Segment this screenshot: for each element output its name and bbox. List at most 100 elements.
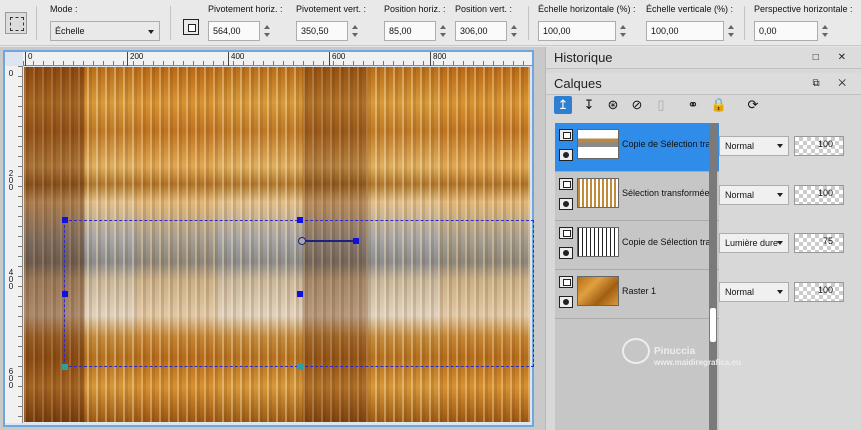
watermark-url: www.maidiregrafica.eu <box>654 358 741 367</box>
history-panel-title: Historique <box>554 50 613 65</box>
merge-layer-icon[interactable]: ▯ <box>652 96 670 114</box>
pivot-vertical-input[interactable]: 350,50 <box>296 21 348 41</box>
layers-panel-header: Calques ⧉ ✕ <box>546 73 861 95</box>
chevron-down-icon <box>777 144 783 148</box>
position-horizontal-label: Position horiz. : <box>384 4 446 14</box>
ruler-label: 2 0 0 <box>8 169 14 192</box>
scale-vertical-input[interactable]: 100,00 <box>646 21 724 41</box>
transform-handle[interactable] <box>297 217 303 223</box>
rotation-lever <box>302 240 358 242</box>
position-vertical-input[interactable]: 306,00 <box>455 21 507 41</box>
blend-mode-value: Normal <box>725 287 755 297</box>
position-horizontal-spinner[interactable] <box>437 21 449 41</box>
ruler-label: 400 <box>228 52 244 66</box>
perspective-horizontal-label: Perspective horizontale : <box>754 4 853 14</box>
layer-name: Sélection transformée <box>622 188 710 198</box>
layers-splitter[interactable] <box>709 123 717 430</box>
heart-logo-icon <box>622 338 650 364</box>
layer-type-icon <box>559 178 573 190</box>
layer-properties-icon[interactable]: ⟳ <box>744 96 762 114</box>
link-icon[interactable]: ⚭ <box>684 96 702 114</box>
blend-mode-value: Normal <box>725 190 755 200</box>
layer-row[interactable]: Raster 1 <box>555 270 719 319</box>
pivot-horizontal-input[interactable]: 564,00 <box>208 21 260 41</box>
position-horizontal-input[interactable]: 85,00 <box>384 21 436 41</box>
pivot-horizontal-spinner[interactable] <box>261 21 273 41</box>
layer-thumbnail <box>577 178 619 208</box>
ruler-label: 800 <box>430 52 446 66</box>
blend-mode-value: Lumière dure <box>725 238 779 248</box>
opacity-field[interactable]: 100 <box>794 136 844 156</box>
perspective-horizontal-input[interactable]: 0,00 <box>754 21 818 41</box>
ruler-label: 4 0 0 <box>8 268 14 291</box>
ruler-label: 200 <box>127 52 143 66</box>
opacity-field[interactable]: 100 <box>794 282 844 302</box>
layer-row[interactable]: Sélection transformée <box>555 172 719 221</box>
layer-type-icon <box>559 276 573 288</box>
move-layer-up-icon[interactable]: ↥ <box>554 96 572 114</box>
transform-handle[interactable] <box>62 364 68 370</box>
history-panel-buttons[interactable]: □ ✕ <box>813 52 854 63</box>
perspective-horizontal-spinner[interactable] <box>819 21 831 41</box>
chevron-down-icon <box>148 30 154 34</box>
rotation-handle[interactable] <box>353 238 359 244</box>
horizontal-ruler: 0 200 400 600 800 <box>23 52 532 66</box>
separator <box>36 6 37 40</box>
mode-dropdown[interactable]: Échelle <box>50 21 160 41</box>
watermark-name: Pinuccia <box>654 346 696 357</box>
blend-mode-dropdown[interactable]: Normal <box>719 282 789 302</box>
transform-handle[interactable] <box>62 217 68 223</box>
move-layer-down-icon[interactable]: ↧ <box>580 96 598 114</box>
blend-mode-dropdown[interactable]: Lumière dure <box>719 233 789 253</box>
layers-panel-buttons[interactable]: ⧉ ✕ <box>812 78 854 89</box>
layer-name: Copie de Sélection transformée <box>622 139 717 149</box>
layer-type-icon <box>559 227 573 239</box>
layer-name: Raster 1 <box>622 286 657 296</box>
separator <box>170 6 171 40</box>
visibility-eye-icon[interactable] <box>559 247 573 259</box>
scale-horizontal-input[interactable]: 100,00 <box>538 21 616 41</box>
scale-vertical-spinner[interactable] <box>725 21 737 41</box>
pivot-point-icon[interactable] <box>298 237 306 245</box>
chevron-down-icon <box>777 290 783 294</box>
blend-mode-dropdown[interactable]: Normal <box>719 185 789 205</box>
vertical-ruler: 0 2 0 0 4 0 0 6 0 0 <box>5 66 23 423</box>
layer-row[interactable]: Copie de Sélection transformée <box>555 221 719 270</box>
pick-tool-icon[interactable] <box>5 12 27 34</box>
delete-layer-icon[interactable]: ⊘ <box>628 96 646 114</box>
workspace: 0 200 400 600 800 0 2 0 0 4 0 0 6 0 0 <box>0 47 545 430</box>
scale-horizontal-label: Échelle horizontale (%) : <box>538 4 636 14</box>
layer-row[interactable]: Copie de Sélection transformée <box>555 123 719 172</box>
pivot-horizontal-label: Pivotement horiz. : <box>208 4 283 14</box>
blend-mode-dropdown[interactable]: Normal <box>719 136 789 156</box>
transform-handle[interactable] <box>62 291 68 297</box>
tool-options-bar: Mode : Échelle Pivotement horiz. : 564,0… <box>0 0 861 46</box>
layer-name: Copie de Sélection transformée <box>622 237 717 247</box>
new-group-icon[interactable]: ⊛ <box>604 96 622 114</box>
chevron-down-icon <box>777 193 783 197</box>
position-vertical-spinner[interactable] <box>508 21 520 41</box>
visibility-eye-icon[interactable] <box>559 296 573 308</box>
lock-icon[interactable]: 🔒 <box>710 96 728 114</box>
scale-horizontal-spinner[interactable] <box>617 21 629 41</box>
pivot-vertical-label: Pivotement vert. : <box>296 4 367 14</box>
layer-thumbnail <box>577 227 619 257</box>
opacity-field[interactable]: 75 <box>794 233 844 253</box>
visibility-eye-icon[interactable] <box>559 198 573 210</box>
opacity-field[interactable]: 100 <box>794 185 844 205</box>
transform-handle[interactable] <box>297 364 303 370</box>
ruler-label: 600 <box>329 52 345 66</box>
mode-label: Mode : <box>50 4 78 14</box>
visibility-eye-icon[interactable] <box>559 149 573 161</box>
center-handle[interactable] <box>297 291 303 297</box>
chevron-down-icon <box>777 241 783 245</box>
ruler-label: 0 <box>25 52 32 66</box>
history-panel-header: Historique □ ✕ <box>546 47 861 69</box>
position-vertical-label: Position vert. : <box>455 4 513 14</box>
anchor-icon[interactable] <box>183 19 199 35</box>
layers-panel-title: Calques <box>554 76 602 91</box>
layer-type-icon <box>559 129 573 141</box>
pivot-vertical-spinner[interactable] <box>349 21 361 41</box>
side-panels: Historique □ ✕ Calques ⧉ ✕ ↥ ↧ ⊛ ⊘ ▯ ⚭ 🔒… <box>545 47 861 430</box>
layer-thumbnail <box>577 276 619 306</box>
